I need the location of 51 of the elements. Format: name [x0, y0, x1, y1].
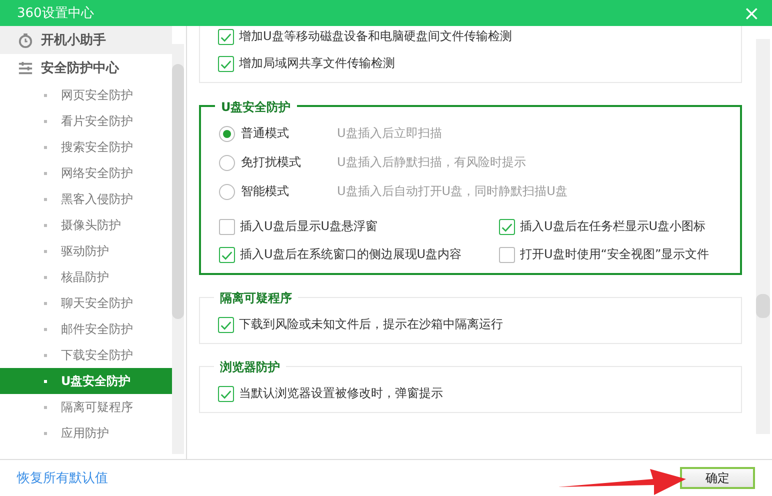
sidebar-item[interactable]: 摄像头防护: [0, 212, 172, 238]
scrollbar-thumb[interactable]: [756, 294, 770, 318]
checkbox[interactable]: [218, 316, 234, 332]
sidebar-item[interactable]: 驱动防护: [0, 238, 172, 264]
checkbox-label: 当默认浏览器设置被修改时，弹窗提示: [239, 385, 443, 402]
sidebar-item[interactable]: 隔离可疑程序: [0, 394, 172, 420]
scrollbar-thumb[interactable]: [172, 64, 184, 319]
sidebar-section[interactable]: 开机小助手: [0, 26, 172, 54]
checkbox[interactable]: [218, 56, 234, 72]
checkbox-label: 插入U盘后在任务栏显示U盘小图标: [520, 218, 706, 235]
sidebar-item[interactable]: 网络安全防护: [0, 160, 172, 186]
radio-label: 免打扰模式: [241, 154, 302, 171]
checkbox-label: 下载到风险或未知文件后，提示在沙箱中隔离运行: [239, 316, 503, 333]
sidebar-item[interactable]: 聊天安全防护: [0, 290, 172, 316]
radio-button[interactable]: [219, 184, 235, 200]
group-title: 隔离可疑程序: [214, 290, 298, 307]
window-title: 360设置中心: [17, 5, 94, 22]
group-title: 浏览器防护: [214, 359, 286, 376]
sidebar-item[interactable]: 黑客入侵防护: [0, 186, 172, 212]
group-title: U盘安全防护: [215, 99, 297, 116]
checkbox[interactable]: [499, 246, 515, 262]
sidebar-item[interactable]: 搜索安全防护: [0, 134, 172, 160]
checkbox[interactable]: [219, 218, 235, 234]
sidebar-section[interactable]: 安全防护中心: [0, 54, 172, 82]
checkbox-label: 增加局域网共享文件传输检测: [239, 55, 395, 72]
mode-description: U盘插入后静默扫描，有风险时提示: [337, 154, 526, 171]
checkbox[interactable]: [219, 246, 235, 262]
radio-button[interactable]: [219, 126, 235, 142]
sidebar-item[interactable]: 核晶防护: [0, 264, 172, 290]
checkbox-label: 插入U盘后显示U盘悬浮窗: [240, 218, 378, 235]
checkbox[interactable]: [499, 218, 515, 234]
radio-button[interactable]: [219, 154, 235, 170]
list-icon: [18, 60, 33, 76]
sidebar-item[interactable]: 网页安全防护: [0, 82, 172, 108]
checkbox-label: 打开U盘时使用“安全视图”显示文件: [520, 246, 710, 263]
sidebar-item[interactable]: 邮件安全防护: [0, 316, 172, 342]
checkbox-label: 插入U盘后在系统窗口的侧边展现U盘内容: [240, 246, 462, 263]
clock-icon: [18, 32, 33, 48]
mode-description: U盘插入后自动打开U盘，同时静默扫描U盘: [337, 183, 568, 200]
ok-button[interactable]: 确定: [680, 467, 755, 489]
checkbox-label: 增加U盘等移动磁盘设备和电脑硬盘间文件传输检测: [239, 28, 512, 45]
mode-description: U盘插入后立即扫描: [337, 125, 442, 142]
sidebar-item[interactable]: 应用防护: [0, 420, 172, 446]
sidebar-item[interactable]: 看片安全防护: [0, 108, 172, 134]
checkbox[interactable]: [218, 28, 234, 44]
sidebar-item[interactable]: U盘安全防护: [0, 368, 172, 394]
reset-defaults-link[interactable]: 恢复所有默认值: [17, 469, 108, 487]
radio-label: 智能模式: [241, 183, 290, 200]
sidebar-item[interactable]: 下载安全防护: [0, 342, 172, 368]
checkbox[interactable]: [218, 386, 234, 402]
radio-label: 普通模式: [241, 125, 290, 142]
